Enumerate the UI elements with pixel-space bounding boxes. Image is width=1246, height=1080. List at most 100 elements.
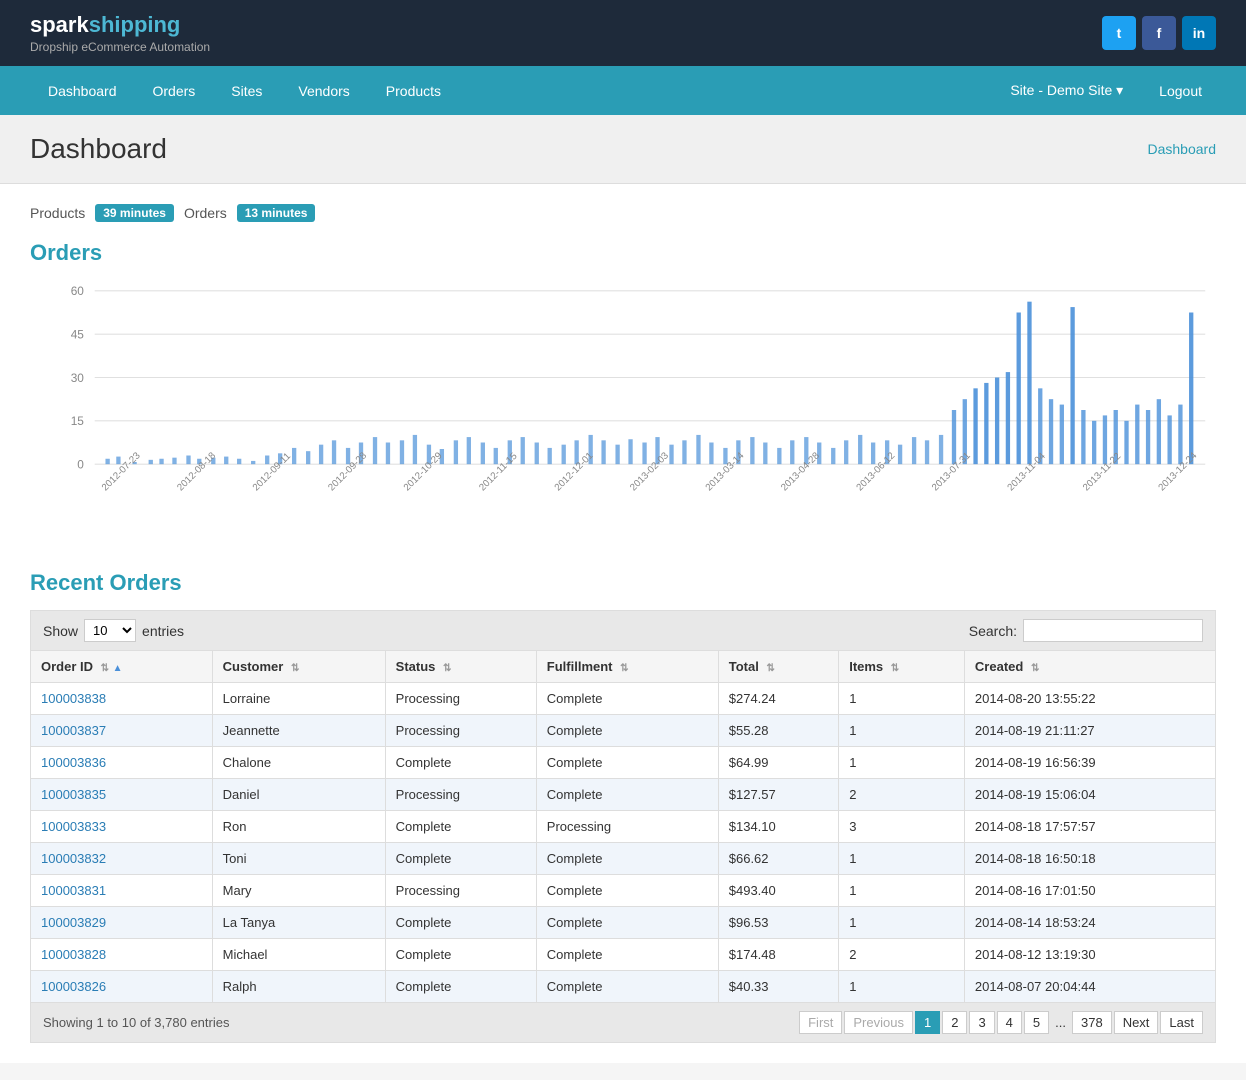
entries-label: entries bbox=[142, 623, 184, 639]
col-order-id[interactable]: Order ID ⇅ ▲ bbox=[31, 651, 213, 683]
order-id-link[interactable]: 100003837 bbox=[41, 723, 106, 738]
cell-items: 1 bbox=[839, 747, 965, 779]
col-status[interactable]: Status ⇅ bbox=[385, 651, 536, 683]
nav-item-sites[interactable]: Sites bbox=[213, 67, 280, 115]
order-id-link[interactable]: 100003838 bbox=[41, 691, 106, 706]
cell-fulfillment: Complete bbox=[536, 907, 718, 939]
show-entries: Show 10 25 50 100 entries bbox=[43, 619, 184, 642]
order-id-link[interactable]: 100003826 bbox=[41, 979, 106, 994]
orders-badge: 13 minutes bbox=[237, 204, 316, 222]
order-id-link[interactable]: 100003835 bbox=[41, 787, 106, 802]
cell-order-id: 100003826 bbox=[31, 971, 213, 1003]
last-button[interactable]: Last bbox=[1160, 1011, 1203, 1034]
cell-fulfillment: Complete bbox=[536, 971, 718, 1003]
twitter-icon[interactable]: t bbox=[1102, 16, 1136, 50]
cell-created: 2014-08-20 13:55:22 bbox=[964, 683, 1215, 715]
cell-total: $493.40 bbox=[718, 875, 838, 907]
cell-order-id: 100003835 bbox=[31, 779, 213, 811]
nav-left: Dashboard Orders Sites Vendors Products bbox=[30, 67, 459, 115]
next-button[interactable]: Next bbox=[1114, 1011, 1159, 1034]
cell-status: Complete bbox=[385, 747, 536, 779]
linkedin-icon[interactable]: in bbox=[1182, 16, 1216, 50]
table-row: 100003835 Daniel Processing Complete $12… bbox=[31, 779, 1216, 811]
cell-items: 2 bbox=[839, 939, 965, 971]
cell-customer: Daniel bbox=[212, 779, 385, 811]
order-id-link[interactable]: 100003831 bbox=[41, 883, 106, 898]
entries-select[interactable]: 10 25 50 100 bbox=[84, 619, 136, 642]
show-label: Show bbox=[43, 623, 78, 639]
cell-total: $55.28 bbox=[718, 715, 838, 747]
table-row: 100003829 La Tanya Complete Complete $96… bbox=[31, 907, 1216, 939]
main-nav: Dashboard Orders Sites Vendors Products … bbox=[0, 66, 1246, 115]
cell-created: 2014-08-12 13:19:30 bbox=[964, 939, 1215, 971]
page-header: Dashboard Dashboard bbox=[0, 115, 1246, 184]
cell-order-id: 100003838 bbox=[31, 683, 213, 715]
cell-total: $274.24 bbox=[718, 683, 838, 715]
svg-text:2013-11-04: 2013-11-04 bbox=[1006, 450, 1049, 493]
cell-status: Processing bbox=[385, 715, 536, 747]
col-created[interactable]: Created ⇅ bbox=[964, 651, 1215, 683]
cell-total: $40.33 bbox=[718, 971, 838, 1003]
col-items[interactable]: Items ⇅ bbox=[839, 651, 965, 683]
nav-item-orders[interactable]: Orders bbox=[135, 67, 214, 115]
page-5-button[interactable]: 5 bbox=[1024, 1011, 1049, 1034]
products-label: Products bbox=[30, 205, 85, 221]
cell-customer: Michael bbox=[212, 939, 385, 971]
cell-total: $134.10 bbox=[718, 811, 838, 843]
recent-orders-title: Recent Orders bbox=[30, 570, 1216, 596]
cell-fulfillment: Processing bbox=[536, 811, 718, 843]
col-customer[interactable]: Customer ⇅ bbox=[212, 651, 385, 683]
nav-item-products[interactable]: Products bbox=[368, 67, 459, 115]
cell-items: 1 bbox=[839, 875, 965, 907]
page-1-button[interactable]: 1 bbox=[915, 1011, 940, 1034]
nav-item-vendors[interactable]: Vendors bbox=[280, 67, 367, 115]
cell-fulfillment: Complete bbox=[536, 939, 718, 971]
logo-spark: spark bbox=[30, 12, 89, 37]
page-2-button[interactable]: 2 bbox=[942, 1011, 967, 1034]
order-id-link[interactable]: 100003832 bbox=[41, 851, 106, 866]
cell-status: Complete bbox=[385, 939, 536, 971]
svg-text:2012-07-23: 2012-07-23 bbox=[100, 450, 143, 493]
facebook-icon[interactable]: f bbox=[1142, 16, 1176, 50]
svg-text:2012-10-29: 2012-10-29 bbox=[402, 450, 445, 493]
svg-text:2012-12-01: 2012-12-01 bbox=[553, 450, 596, 493]
nav-item-dashboard[interactable]: Dashboard bbox=[30, 67, 135, 115]
page-378-button[interactable]: 378 bbox=[1072, 1011, 1112, 1034]
cell-total: $174.48 bbox=[718, 939, 838, 971]
cell-customer: Toni bbox=[212, 843, 385, 875]
col-total[interactable]: Total ⇅ bbox=[718, 651, 838, 683]
page-4-button[interactable]: 4 bbox=[997, 1011, 1022, 1034]
site-selector[interactable]: Site - Demo Site ▾ bbox=[996, 66, 1137, 115]
svg-text:2013-12-24: 2013-12-24 bbox=[1156, 450, 1199, 493]
order-id-link[interactable]: 100003833 bbox=[41, 819, 106, 834]
logo-text: sparkshipping bbox=[30, 12, 210, 38]
cell-created: 2014-08-19 21:11:27 bbox=[964, 715, 1215, 747]
search-input[interactable] bbox=[1023, 619, 1203, 642]
pagination-row: Showing 1 to 10 of 3,780 entries First P… bbox=[30, 1003, 1216, 1043]
breadcrumb[interactable]: Dashboard bbox=[1148, 141, 1217, 157]
order-id-link[interactable]: 100003829 bbox=[41, 915, 106, 930]
cell-customer: Lorraine bbox=[212, 683, 385, 715]
cell-customer: Ralph bbox=[212, 971, 385, 1003]
table-row: 100003832 Toni Complete Complete $66.62 … bbox=[31, 843, 1216, 875]
page-title: Dashboard bbox=[30, 133, 167, 165]
cell-status: Complete bbox=[385, 907, 536, 939]
svg-text:15: 15 bbox=[71, 414, 85, 428]
cell-customer: Mary bbox=[212, 875, 385, 907]
cell-customer: La Tanya bbox=[212, 907, 385, 939]
cell-total: $66.62 bbox=[718, 843, 838, 875]
cell-status: Complete bbox=[385, 843, 536, 875]
order-id-link[interactable]: 100003828 bbox=[41, 947, 106, 962]
order-id-link[interactable]: 100003836 bbox=[41, 755, 106, 770]
previous-button[interactable]: Previous bbox=[844, 1011, 913, 1034]
cell-items: 1 bbox=[839, 843, 965, 875]
cell-created: 2014-08-07 20:04:44 bbox=[964, 971, 1215, 1003]
cell-created: 2014-08-18 16:50:18 bbox=[964, 843, 1215, 875]
col-fulfillment[interactable]: Fulfillment ⇅ bbox=[536, 651, 718, 683]
first-button[interactable]: First bbox=[799, 1011, 842, 1034]
cell-order-id: 100003836 bbox=[31, 747, 213, 779]
page-3-button[interactable]: 3 bbox=[969, 1011, 994, 1034]
cell-fulfillment: Complete bbox=[536, 843, 718, 875]
cell-order-id: 100003832 bbox=[31, 843, 213, 875]
logout-button[interactable]: Logout bbox=[1145, 67, 1216, 115]
